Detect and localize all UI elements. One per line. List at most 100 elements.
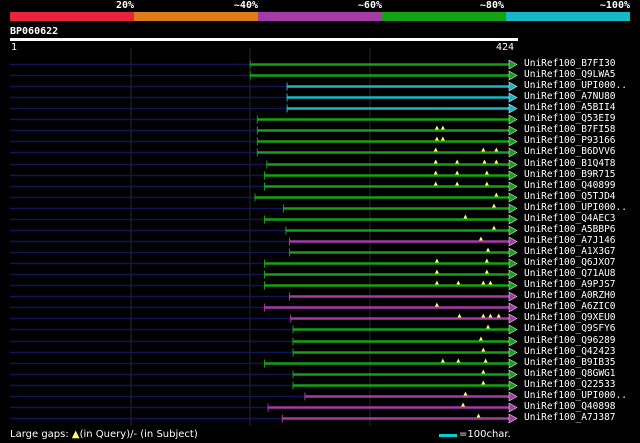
query-gap-marker-icon xyxy=(488,280,493,285)
hit-row[interactable] xyxy=(10,336,518,347)
hit-row[interactable] xyxy=(10,347,518,358)
hit-row[interactable] xyxy=(10,159,518,170)
hit-end-arrow-icon xyxy=(508,247,518,258)
hit-label-link[interactable]: UniRef100_A1X3G7 xyxy=(524,247,616,257)
query-gap-marker-icon xyxy=(463,391,468,396)
hit-label-link[interactable]: UniRef100_B7FI58 xyxy=(524,125,616,135)
hit-label-link[interactable]: UniRef100_B7FI30 xyxy=(524,59,616,69)
query-gap-marker-icon xyxy=(494,192,499,197)
hit-row[interactable] xyxy=(10,181,518,192)
hit-row[interactable] xyxy=(10,70,518,81)
query-gap-marker-icon xyxy=(494,147,499,152)
hit-row[interactable] xyxy=(10,380,518,391)
hit-row[interactable] xyxy=(10,92,518,103)
hit-row[interactable] xyxy=(10,59,518,70)
query-gap-marker-icon xyxy=(484,258,489,263)
hit-row[interactable] xyxy=(10,291,518,302)
hit-row[interactable] xyxy=(10,391,518,402)
hit-label-link[interactable]: UniRef100_Q42423 xyxy=(524,347,616,357)
hit-end-arrow-icon xyxy=(508,92,518,103)
hit-label-link[interactable]: UniRef100_Q22533 xyxy=(524,380,616,390)
query-gap-marker-icon xyxy=(434,302,439,307)
hit-label-link[interactable]: UniRef100_Q4AEC3 xyxy=(524,214,616,224)
hit-label-link[interactable]: UniRef100_A5BBP6 xyxy=(524,225,616,235)
hit-row[interactable] xyxy=(10,258,518,269)
length-scale-bar xyxy=(439,434,457,437)
hit-label-link[interactable]: UniRef100_B9IB35 xyxy=(524,358,616,368)
query-gap-marker-icon xyxy=(440,358,445,363)
hit-end-arrow-icon xyxy=(508,214,518,225)
hit-row[interactable] xyxy=(10,302,518,313)
query-gap-marker-icon xyxy=(455,181,460,186)
hit-label-link[interactable]: UniRef100_Q96289 xyxy=(524,336,616,346)
hit-row[interactable] xyxy=(10,369,518,380)
hit-row[interactable] xyxy=(10,225,518,236)
hit-row[interactable] xyxy=(10,147,518,158)
hit-end-arrow-icon xyxy=(508,103,518,114)
hit-end-arrow-icon xyxy=(508,391,518,402)
query-gap-marker-icon xyxy=(481,347,486,352)
query-gap-marker-icon xyxy=(478,336,483,341)
hit-label-link[interactable]: UniRef100_Q5TJD4 xyxy=(524,192,616,202)
query-gap-marker-icon xyxy=(481,369,486,374)
hit-label-link[interactable]: UniRef100_B6DVV6 xyxy=(524,147,616,157)
query-gap-marker-icon xyxy=(434,125,439,130)
length-scale-label: =100char. xyxy=(459,429,511,440)
hit-end-arrow-icon xyxy=(508,269,518,280)
query-gap-marker-icon xyxy=(440,136,445,141)
hit-label-link[interactable]: UniRef100_Q6JXO7 xyxy=(524,258,616,268)
hit-row[interactable] xyxy=(10,402,518,413)
hit-row[interactable] xyxy=(10,192,518,203)
query-gap-marker-icon xyxy=(456,280,461,285)
hit-label-link[interactable]: UniRef100_Q8GWG1 xyxy=(524,369,616,379)
hit-label-link[interactable]: UniRef100_A7NU80 xyxy=(524,92,616,102)
hit-label-link[interactable]: UniRef100_UPI000.. xyxy=(524,391,627,401)
hit-row[interactable] xyxy=(10,324,518,335)
hit-label-link[interactable]: UniRef100_Q9XEU0 xyxy=(524,313,616,323)
hit-end-arrow-icon xyxy=(508,192,518,203)
hit-end-arrow-icon xyxy=(508,258,518,269)
hit-row[interactable] xyxy=(10,269,518,280)
hit-label-link[interactable]: UniRef100_P93166 xyxy=(524,136,616,146)
hit-end-arrow-icon xyxy=(508,336,518,347)
hit-label-link[interactable]: UniRef100_B9R715 xyxy=(524,170,616,180)
hit-end-arrow-icon xyxy=(508,81,518,92)
hit-label-link[interactable]: UniRef100_A5BII4 xyxy=(524,103,616,113)
hit-row[interactable] xyxy=(10,125,518,136)
hit-end-arrow-icon xyxy=(508,159,518,170)
hit-label-link[interactable]: UniRef100_Q9LWA5 xyxy=(524,70,616,80)
hit-row[interactable] xyxy=(10,214,518,225)
hit-row[interactable] xyxy=(10,114,518,125)
hit-row[interactable] xyxy=(10,81,518,92)
hit-label-link[interactable]: UniRef100_A6ZIC0 xyxy=(524,302,616,312)
hit-row[interactable] xyxy=(10,313,518,324)
hit-label-link[interactable]: UniRef100_UPI000.. xyxy=(524,203,627,213)
hit-label-link[interactable]: UniRef100_Q71AU8 xyxy=(524,269,616,279)
hit-end-arrow-icon xyxy=(508,147,518,158)
hit-row[interactable] xyxy=(10,413,518,424)
hit-label-link[interactable]: UniRef100_UPI000.. xyxy=(524,81,627,91)
hit-row[interactable] xyxy=(10,203,518,214)
hit-end-arrow-icon xyxy=(508,347,518,358)
hit-row[interactable] xyxy=(10,236,518,247)
hit-row[interactable] xyxy=(10,280,518,291)
hit-label-link[interactable]: UniRef100_A7J146 xyxy=(524,236,616,246)
hit-label-link[interactable]: UniRef100_B1Q4T8 xyxy=(524,159,616,169)
hit-label-link[interactable]: UniRef100_Q9SFY6 xyxy=(524,324,616,334)
query-gap-marker-icon xyxy=(494,159,499,164)
hit-row[interactable] xyxy=(10,136,518,147)
hit-label-link[interactable]: UniRef100_A9PJS7 xyxy=(524,280,616,290)
hit-row[interactable] xyxy=(10,103,518,114)
hit-row[interactable] xyxy=(10,358,518,369)
hit-label-link[interactable]: UniRef100_Q40898 xyxy=(524,402,616,412)
hit-end-arrow-icon xyxy=(508,59,518,70)
hit-label-link[interactable]: UniRef100_Q53EI9 xyxy=(524,114,616,124)
gap-legend-prefix: Large gaps: xyxy=(10,429,72,440)
hit-label-link[interactable]: UniRef100_Q40899 xyxy=(524,181,616,191)
query-gap-marker-icon xyxy=(486,247,491,252)
hit-row[interactable] xyxy=(10,170,518,181)
hit-row[interactable] xyxy=(10,247,518,258)
hit-end-arrow-icon xyxy=(508,291,518,302)
hit-label-link[interactable]: UniRef100_A7J387 xyxy=(524,413,616,423)
hit-label-link[interactable]: UniRef100_A0RZH0 xyxy=(524,291,616,301)
